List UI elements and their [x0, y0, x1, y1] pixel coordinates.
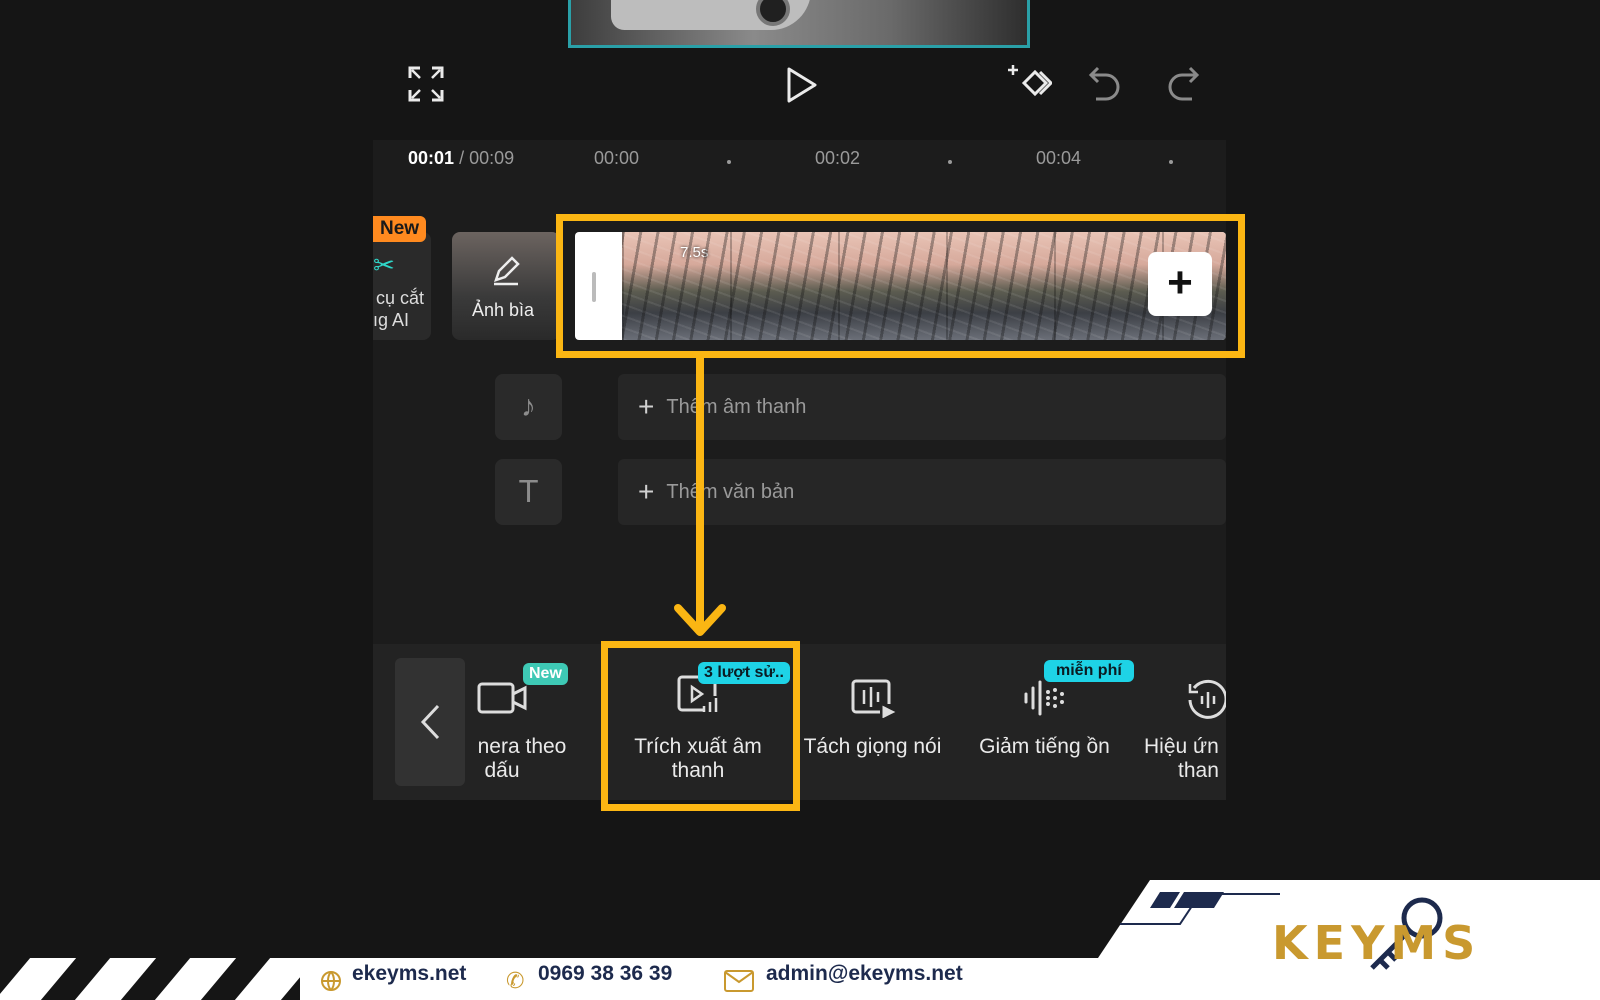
tool-highlight-box	[601, 641, 800, 811]
cover-label: Ảnh bìa	[472, 300, 535, 320]
tool-voice-isolation[interactable]: Tách giọng nói	[790, 658, 955, 786]
tool-label: nera theo	[477, 735, 567, 758]
ai-cut-label: cụ cắt	[376, 288, 425, 308]
audio-track-icon-tile[interactable]: ♪	[495, 374, 562, 440]
play-icon[interactable]	[784, 66, 820, 104]
chevron-left-icon	[420, 704, 440, 740]
scissors-icon: ✂	[373, 250, 395, 280]
mail-icon	[724, 970, 754, 997]
globe-icon	[320, 970, 342, 997]
cover-tool[interactable]: Ảnh bìa	[452, 232, 560, 340]
fullscreen-icon[interactable]	[408, 66, 444, 102]
camera-icon	[476, 680, 528, 721]
plus-icon: +	[638, 476, 655, 507]
footer-phone[interactable]: 0969 38 36 39	[538, 962, 672, 986]
tool-label: dấu	[484, 759, 520, 782]
arrow-annotation	[670, 354, 730, 644]
tool-audio-effects[interactable]: Hiệu ứn than	[1138, 658, 1226, 786]
back-button[interactable]	[395, 658, 465, 786]
footer-email[interactable]: admin@ekeyms.net	[766, 962, 963, 986]
phone-icon: ✆	[506, 968, 525, 993]
ai-cut-tool[interactable]: ✂ cụ cắt ıg AI	[373, 232, 431, 340]
tick-label: 00:00	[594, 148, 640, 168]
tick-label: 00:02	[815, 148, 861, 168]
free-badge: miễn phí	[1044, 660, 1134, 682]
text-track-icon-tile[interactable]: T	[495, 459, 562, 525]
clip-highlight-box	[556, 214, 1245, 358]
text-icon: T	[519, 474, 538, 510]
timecode: 00:01 / 00:09	[408, 148, 514, 169]
voice-isolate-icon	[850, 678, 896, 723]
tick-dot	[727, 160, 731, 164]
noise-reduce-icon	[1022, 680, 1068, 721]
tool-label: Tách giọng nói	[803, 735, 942, 758]
logo-decoration	[1120, 888, 1280, 928]
new-badge: New	[523, 663, 568, 685]
tool-label: Hiệu ứn	[1144, 735, 1219, 758]
video-preview	[568, 0, 1030, 48]
current-time: 00:01	[408, 148, 455, 168]
new-badge: New	[373, 216, 427, 242]
plus-icon: +	[638, 391, 655, 422]
tick-label: 00:04	[1036, 148, 1082, 168]
total-time: / 00:09	[459, 148, 515, 168]
tool-label: than	[1178, 759, 1219, 782]
keyframe-icon[interactable]	[1004, 62, 1054, 104]
audio-effect-icon	[1186, 678, 1226, 727]
music-note-icon: ♪	[521, 390, 536, 423]
footer-stripes	[0, 958, 300, 1000]
pencil-icon	[490, 254, 522, 291]
tick-dot	[1169, 160, 1173, 164]
tick-dot	[948, 160, 952, 164]
tool-label: Giảm tiếng ồn	[979, 735, 1110, 758]
footer-website[interactable]: ekeyms.net	[352, 962, 466, 986]
undo-icon[interactable]	[1088, 64, 1122, 102]
ai-cut-label: ıg AI	[373, 310, 410, 330]
redo-icon[interactable]	[1166, 64, 1200, 102]
brand-logo: KEYMS	[1272, 916, 1482, 970]
